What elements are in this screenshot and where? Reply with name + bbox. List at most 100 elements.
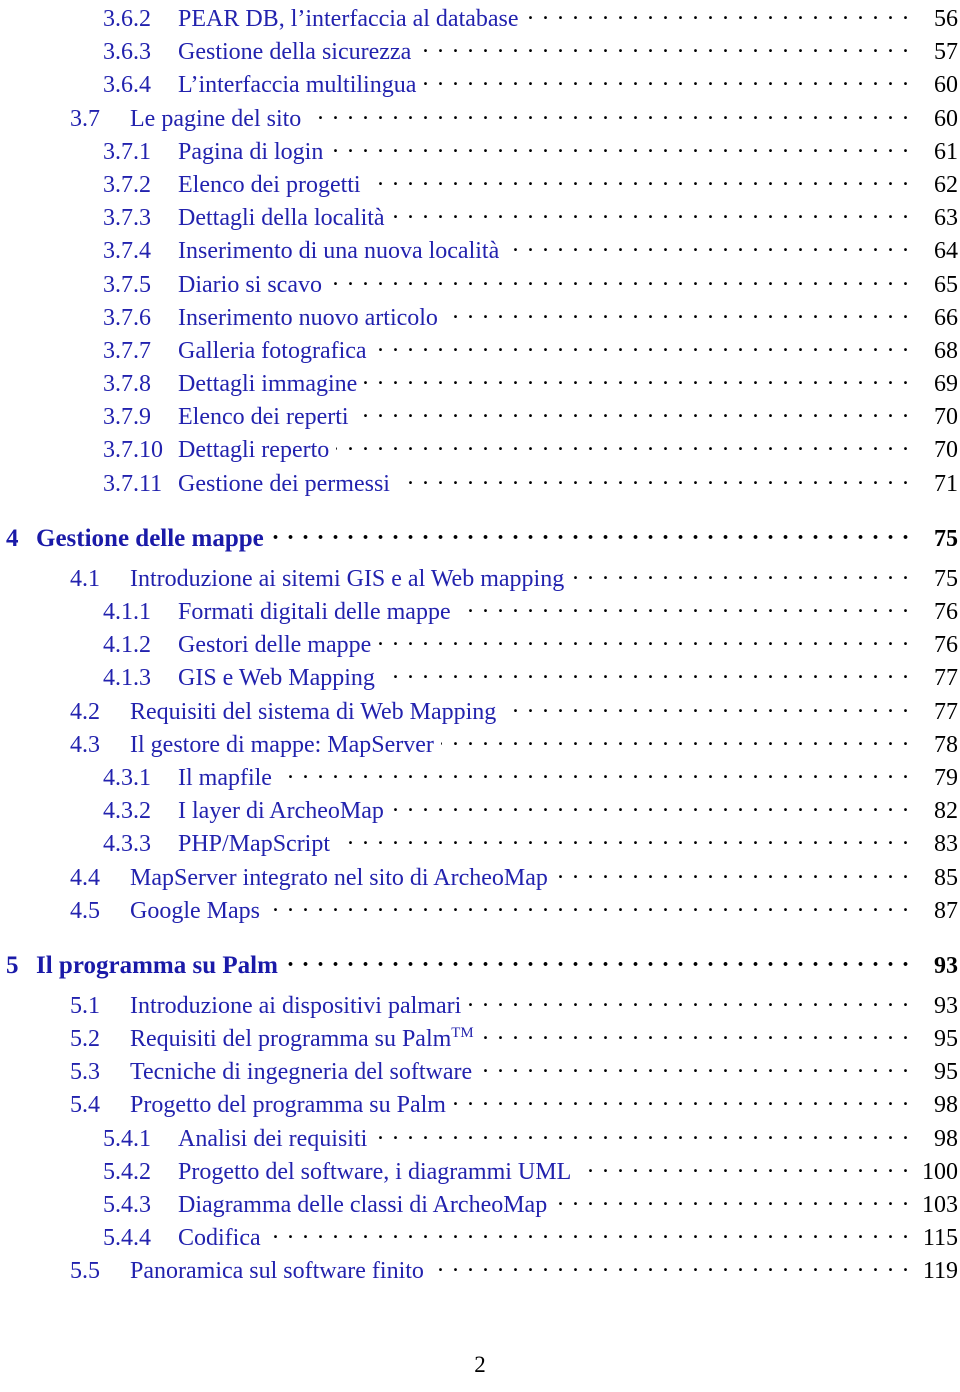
toc-entry-page-number: 61: [934, 138, 958, 165]
toc-entry-section[interactable]: 5.3 Tecniche di ingegneria del software 95: [0, 1055, 960, 1088]
toc-entry-title: Il gestore di mappe: MapServer: [130, 732, 441, 759]
toc-entry-title: Gestione delle mappe: [36, 525, 271, 553]
toc-entry-subsection[interactable]: 3.7.10 Dettagli reperto 70: [0, 433, 960, 466]
toc-entry-title-text: Progetto del programma su Palm: [130, 1092, 446, 1119]
toc-entry-title: Progetto del software, i diagrammi UML: [178, 1159, 578, 1186]
toc-dot-leader: [445, 301, 910, 325]
toc-entry-page-number: 71: [934, 470, 958, 497]
toc-dot-leader: [506, 234, 910, 258]
toc-entry-section[interactable]: 5.1 Introduzione ai dispositivi palmari 93: [0, 989, 960, 1022]
toc-entry-title: Pagina di login: [178, 139, 330, 166]
toc-entry-number: 3.6.3: [103, 39, 151, 66]
toc-entry-subsection[interactable]: 3.7.11 Gestione dei permessi 71: [0, 467, 960, 500]
toc-entry-subsection[interactable]: 3.7.9 Elenco dei reperti 70: [0, 400, 960, 433]
toc-entry-subsection[interactable]: 4.3.2 I layer di ArcheoMap 82: [0, 794, 960, 827]
toc-entry-section[interactable]: 5.5 Panoramica sul software finito 119: [0, 1254, 960, 1287]
toc-entry-page-number: 70: [934, 437, 958, 464]
toc-entry-subsection[interactable]: 4.1.3 GIS e Web Mapping 77: [0, 661, 960, 694]
toc-entry-title: Panoramica sul software finito: [130, 1258, 431, 1285]
toc-entry-subsection[interactable]: 3.7.2 Elenco dei progetti 62: [0, 168, 960, 201]
toc-entry-page-number: 56: [934, 6, 958, 32]
toc-entry-section[interactable]: 4.2 Requisiti del sistema di Web Mapping 7…: [0, 695, 960, 728]
toc-entry-page-number: 95: [934, 1059, 958, 1086]
toc-entry-title: Introduzione ai sitemi GIS e al Web mapp…: [130, 566, 571, 593]
toc-entry-number: 5.3: [70, 1059, 100, 1086]
toc-entry-section[interactable]: 4.3 Il gestore di mappe: MapServer 78: [0, 728, 960, 761]
toc-dot-leader: [391, 794, 910, 818]
toc-entry-subsection[interactable]: 3.7.6 Inserimento nuovo articolo 66: [0, 301, 960, 334]
toc-dot-leader: [336, 433, 910, 457]
toc-entry-title: Gestione dei permessi: [178, 471, 397, 498]
toc-entry-subsection[interactable]: 5.4.3 Diagramma delle classi di ArcheoMap…: [0, 1188, 960, 1221]
toc-entry-section[interactable]: 4.5 Google Maps 87: [0, 894, 960, 927]
toc-entry-page-number: 76: [934, 632, 958, 659]
toc-entry-title-text: Gestione dei permessi: [178, 470, 390, 497]
toc-entry-subsection[interactable]: 4.3.3 PHP/MapScript 83: [0, 827, 960, 860]
toc-entry-title-text: Dettagli della località: [178, 205, 385, 232]
toc-entry-page-number: 87: [934, 897, 958, 924]
toc-entry-title: Galleria fotografica: [178, 338, 374, 365]
toc-entry-title-text: GIS e Web Mapping: [178, 665, 375, 692]
toc-entry-title: MapServer integrato nel sito di ArcheoMa…: [130, 865, 555, 892]
toc-entry-number: 3.7.10: [103, 437, 163, 464]
toc-entry-number: 3.7.9: [103, 404, 151, 431]
toc-entry-page-number: 62: [934, 171, 958, 198]
toc-entry-subsection[interactable]: 4.3.1 Il mapfile 79: [0, 761, 960, 794]
toc-entry-number: 3.7.3: [103, 205, 151, 232]
toc-entry-subsection[interactable]: 3.6.4 L’interfaccia multilingua 60: [0, 68, 960, 101]
toc-entry-title: Requisiti del programma su PalmTM: [130, 1026, 481, 1053]
toc-entry-title: Google Maps: [130, 898, 267, 925]
toc-dot-leader: [526, 2, 910, 26]
toc-entry-number: 4.3.3: [103, 831, 151, 858]
toc-entry-subsection[interactable]: 3.7.8 Dettagli immagine 69: [0, 367, 960, 400]
toc-entry-subsection[interactable]: 5.4.2 Progetto del software, i diagrammi …: [0, 1155, 960, 1188]
toc-entry-title-text: Le pagine del sito: [130, 105, 302, 132]
toc-entry-number: 3.7.8: [103, 371, 151, 398]
toc-entry-subsection[interactable]: 5.4.1 Analisi dei requisiti 98: [0, 1122, 960, 1155]
toc-entry-page-number: 70: [934, 404, 958, 431]
toc-entry-section[interactable]: 5.2 Requisiti del programma su PalmTM 95: [0, 1022, 960, 1055]
toc-entry-number: 3.6.2: [103, 6, 151, 32]
toc-entry-subsection[interactable]: 3.7.1 Pagina di login 61: [0, 135, 960, 168]
toc-entry-page-number: 60: [934, 72, 958, 99]
toc-entry-section[interactable]: 5.4 Progetto del programma su Palm 98: [0, 1088, 960, 1121]
toc-entry-subsection[interactable]: 3.6.3 Gestione della sicurezza 57: [0, 35, 960, 68]
toc-dot-leader: [308, 102, 910, 126]
toc-dot-leader: [441, 728, 910, 752]
toc-entry-subsection[interactable]: 3.7.3 Dettagli della località 63: [0, 201, 960, 234]
toc-entry-number: 5.4.1: [103, 1125, 151, 1152]
toc-entry-title: PEAR DB, l’interfaccia al database: [178, 6, 526, 33]
toc-entry-title-text: Pagina di login: [178, 138, 324, 165]
toc-entry-title: Dettagli della località: [178, 205, 392, 232]
toc-entry-page-number: 57: [934, 39, 958, 66]
toc-dot-leader: [554, 1188, 910, 1212]
toc-dot-leader: [503, 695, 910, 719]
toc-entry-subsection[interactable]: 4.1.2 Gestori delle mappe 76: [0, 628, 960, 661]
toc-entry-subsection[interactable]: 5.4.4 Codifica 115: [0, 1221, 960, 1254]
toc-entry-page-number: 60: [934, 105, 958, 132]
toc-entry-title: Le pagine del sito: [130, 106, 308, 133]
toc-entry-title-text: L’interfaccia multilingua: [178, 72, 417, 99]
toc-entry-title-text: Il mapfile: [178, 764, 272, 791]
toc-entry-chapter[interactable]: 4 Gestione delle mappe 75: [0, 522, 960, 562]
toc-dot-leader: [481, 1022, 910, 1046]
toc-entry-subsection[interactable]: 3.7.4 Inserimento di una nuova località 64: [0, 234, 960, 267]
toc-entry-chapter[interactable]: 5 Il programma su Palm 93: [0, 949, 960, 989]
toc-entry-title: Codifica: [178, 1225, 268, 1252]
toc-entry-subsection[interactable]: 3.7.5 Diario si scavo 65: [0, 268, 960, 301]
toc-entry-title: PHP/MapScript: [178, 831, 337, 858]
toc-entry-section[interactable]: 3.7 Le pagine del sito 60: [0, 102, 960, 135]
toc-entry-title-text: Introduzione ai sitemi GIS e al Web mapp…: [130, 565, 565, 592]
toc-entry-page-number: 77: [934, 698, 958, 725]
toc-entry-page-number: 76: [934, 599, 958, 625]
toc-entry-subsection[interactable]: 3.6.2 PEAR DB, l’interfaccia al database 5…: [0, 2, 960, 35]
toc-entry-subsection[interactable]: 4.1.1 Formati digitali delle mappe 76: [0, 595, 960, 628]
toc-entry-title-text: Progetto del software, i diagrammi UML: [178, 1158, 572, 1185]
toc-entry-title: Elenco dei progetti: [178, 172, 368, 199]
toc-entry-number: 5.4.2: [103, 1158, 151, 1185]
toc-entry-page-number: 95: [934, 1026, 958, 1053]
toc-entry-section[interactable]: 4.4 MapServer integrato nel sito di Arche…: [0, 861, 960, 894]
toc-entry-subsection[interactable]: 3.7.7 Galleria fotografica 68: [0, 334, 960, 367]
toc-entry-number: 4.3: [70, 731, 100, 758]
toc-entry-section[interactable]: 4.1 Introduzione ai sitemi GIS e al Web m…: [0, 562, 960, 595]
